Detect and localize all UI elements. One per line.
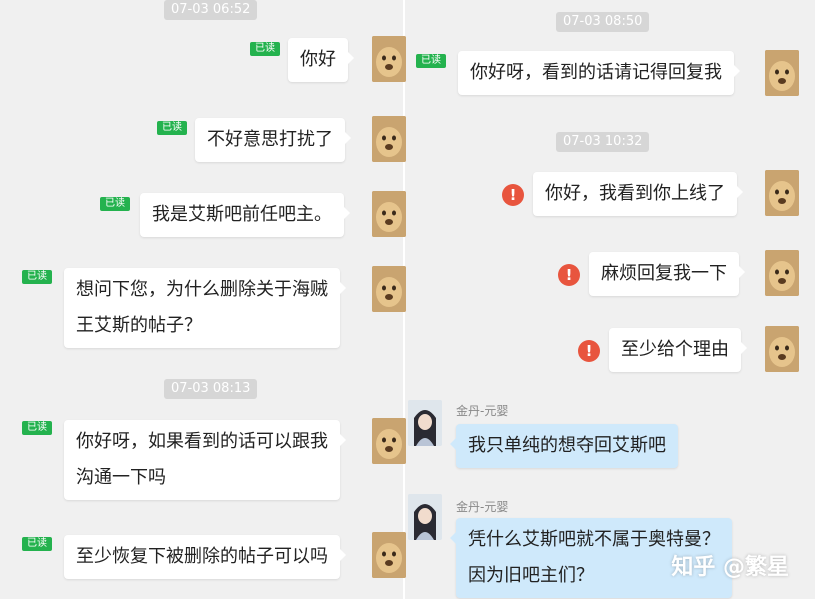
avatar[interactable] xyxy=(765,50,799,96)
timestamp: 07-03 06:52 xyxy=(164,0,258,20)
read-badge: 已读 xyxy=(157,121,187,135)
message-bubble: 至少恢复下被删除的帖子可以吗 xyxy=(64,535,346,579)
dog-avatar-icon xyxy=(372,116,406,162)
timestamp: 07-03 08:13 xyxy=(164,379,258,399)
girl-avatar-icon xyxy=(408,494,442,540)
message-bubble: 至少给个理由 xyxy=(609,328,747,372)
message-bubble: 你好，我看到你上线了 xyxy=(533,172,743,216)
message-line: 沟通一下吗 xyxy=(76,467,166,488)
message-bubble: 想问下您，为什么删除关于海贼 王艾斯的帖子？ xyxy=(64,268,346,348)
girl-avatar-icon xyxy=(408,400,442,446)
dog-avatar-icon xyxy=(372,418,406,464)
dog-avatar-icon xyxy=(372,532,406,578)
send-failed-icon[interactable]: ! xyxy=(578,340,600,362)
send-failed-icon[interactable]: ! xyxy=(558,264,580,286)
message-bubble: 我是艾斯吧前任吧主。 xyxy=(140,193,350,237)
message-line: 你好呀，如果看到的话可以跟我 xyxy=(76,431,328,452)
avatar[interactable] xyxy=(372,532,406,578)
dog-avatar-icon xyxy=(765,326,799,372)
avatar[interactable] xyxy=(372,36,406,82)
read-badge: 已读 xyxy=(416,54,446,68)
dog-avatar-icon xyxy=(372,266,406,312)
read-badge: 已读 xyxy=(22,537,52,551)
timestamp: 07-03 10:32 xyxy=(556,132,650,152)
avatar[interactable] xyxy=(372,191,406,237)
message-line: 想问下您，为什么删除关于海贼 xyxy=(76,279,328,300)
avatar[interactable] xyxy=(372,418,406,464)
read-badge: 已读 xyxy=(100,197,130,211)
avatar[interactable] xyxy=(765,170,799,216)
avatar[interactable] xyxy=(408,400,442,446)
message-line: 王艾斯的帖子？ xyxy=(76,315,202,336)
avatar[interactable] xyxy=(372,266,406,312)
timestamp: 07-03 08:50 xyxy=(556,12,650,32)
avatar[interactable] xyxy=(765,326,799,372)
message-bubble: 不好意思打扰了 xyxy=(195,118,351,162)
dog-avatar-icon xyxy=(765,50,799,96)
sender-name: 金丹-元婴 xyxy=(456,500,509,514)
dog-avatar-icon xyxy=(765,250,799,296)
avatar[interactable] xyxy=(765,250,799,296)
dog-avatar-icon xyxy=(372,191,406,237)
message-bubble: 你好呀，看到的话请记得回复我 xyxy=(458,51,740,95)
reply-bubble: 我只单纯的想夺回艾斯吧 xyxy=(450,424,678,468)
message-bubble: 麻烦回复我一下 xyxy=(589,252,745,296)
dog-avatar-icon xyxy=(372,36,406,82)
message-bubble: 你好 xyxy=(288,38,354,82)
read-badge: 已读 xyxy=(250,42,280,56)
read-badge: 已读 xyxy=(22,421,52,435)
avatar[interactable] xyxy=(408,494,442,540)
read-badge: 已读 xyxy=(22,270,52,284)
watermark: 知乎 @繁星 xyxy=(671,555,789,580)
sender-name: 金丹-元婴 xyxy=(456,404,509,418)
dog-avatar-icon xyxy=(765,170,799,216)
send-failed-icon[interactable]: ! xyxy=(502,184,524,206)
avatar[interactable] xyxy=(372,116,406,162)
message-bubble: 你好呀，如果看到的话可以跟我 沟通一下吗 xyxy=(64,420,346,500)
